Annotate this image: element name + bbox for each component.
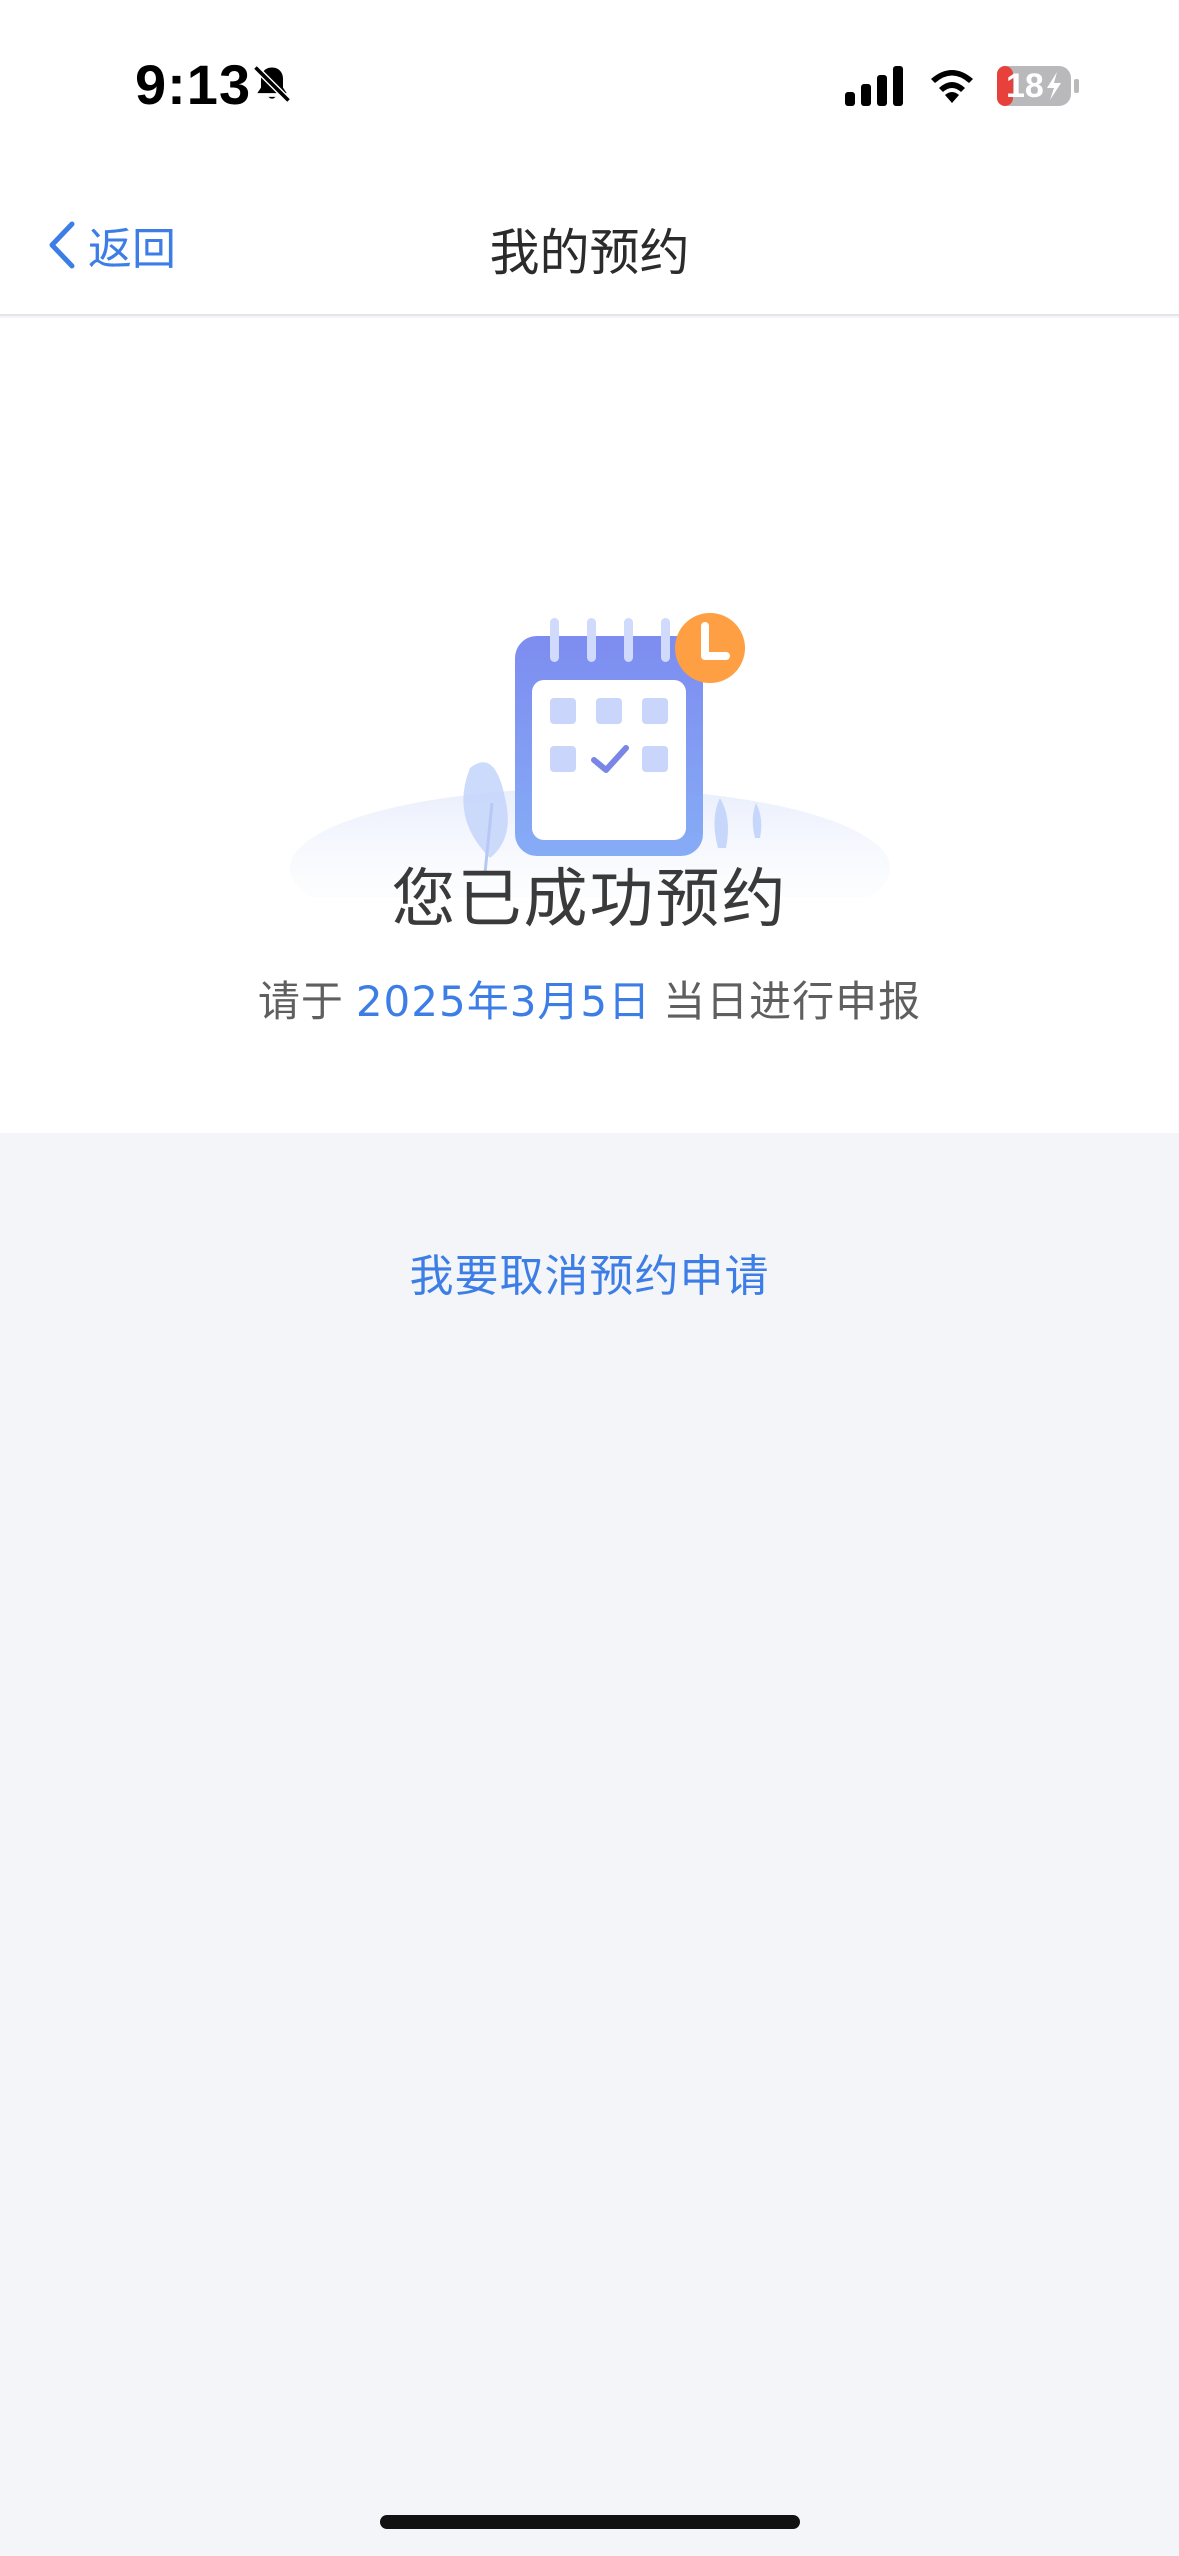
success-title: 您已成功预约 bbox=[391, 863, 788, 937]
bell-muted-icon bbox=[253, 65, 291, 103]
subtitle-suffix: 当日进行申报 bbox=[663, 977, 922, 1026]
wifi-icon bbox=[931, 70, 973, 103]
calendar-clock-icon bbox=[290, 613, 890, 898]
cellular-signal-icon bbox=[845, 66, 903, 106]
nav-bar: 返回 我的预约 bbox=[0, 175, 1179, 316]
appointment-date: 2025年3月5日 bbox=[355, 977, 652, 1026]
content-card: 您已成功预约 请于 2025年3月5日 当日进行申报 bbox=[0, 318, 1179, 1133]
home-indicator[interactable] bbox=[380, 2515, 800, 2529]
cancel-appointment-link[interactable]: 我要取消预约申请 bbox=[0, 1240, 1179, 1304]
subtitle-prefix: 请于 bbox=[257, 977, 344, 1026]
status-time: 9:13 bbox=[135, 53, 252, 116]
success-subtitle: 请于 2025年3月5日 当日进行申报 bbox=[0, 968, 1179, 1029]
page-title: 我的预约 bbox=[489, 224, 690, 282]
status-bar: 9:13 18 bbox=[0, 0, 1179, 175]
battery-level: 18 bbox=[1006, 67, 1044, 105]
